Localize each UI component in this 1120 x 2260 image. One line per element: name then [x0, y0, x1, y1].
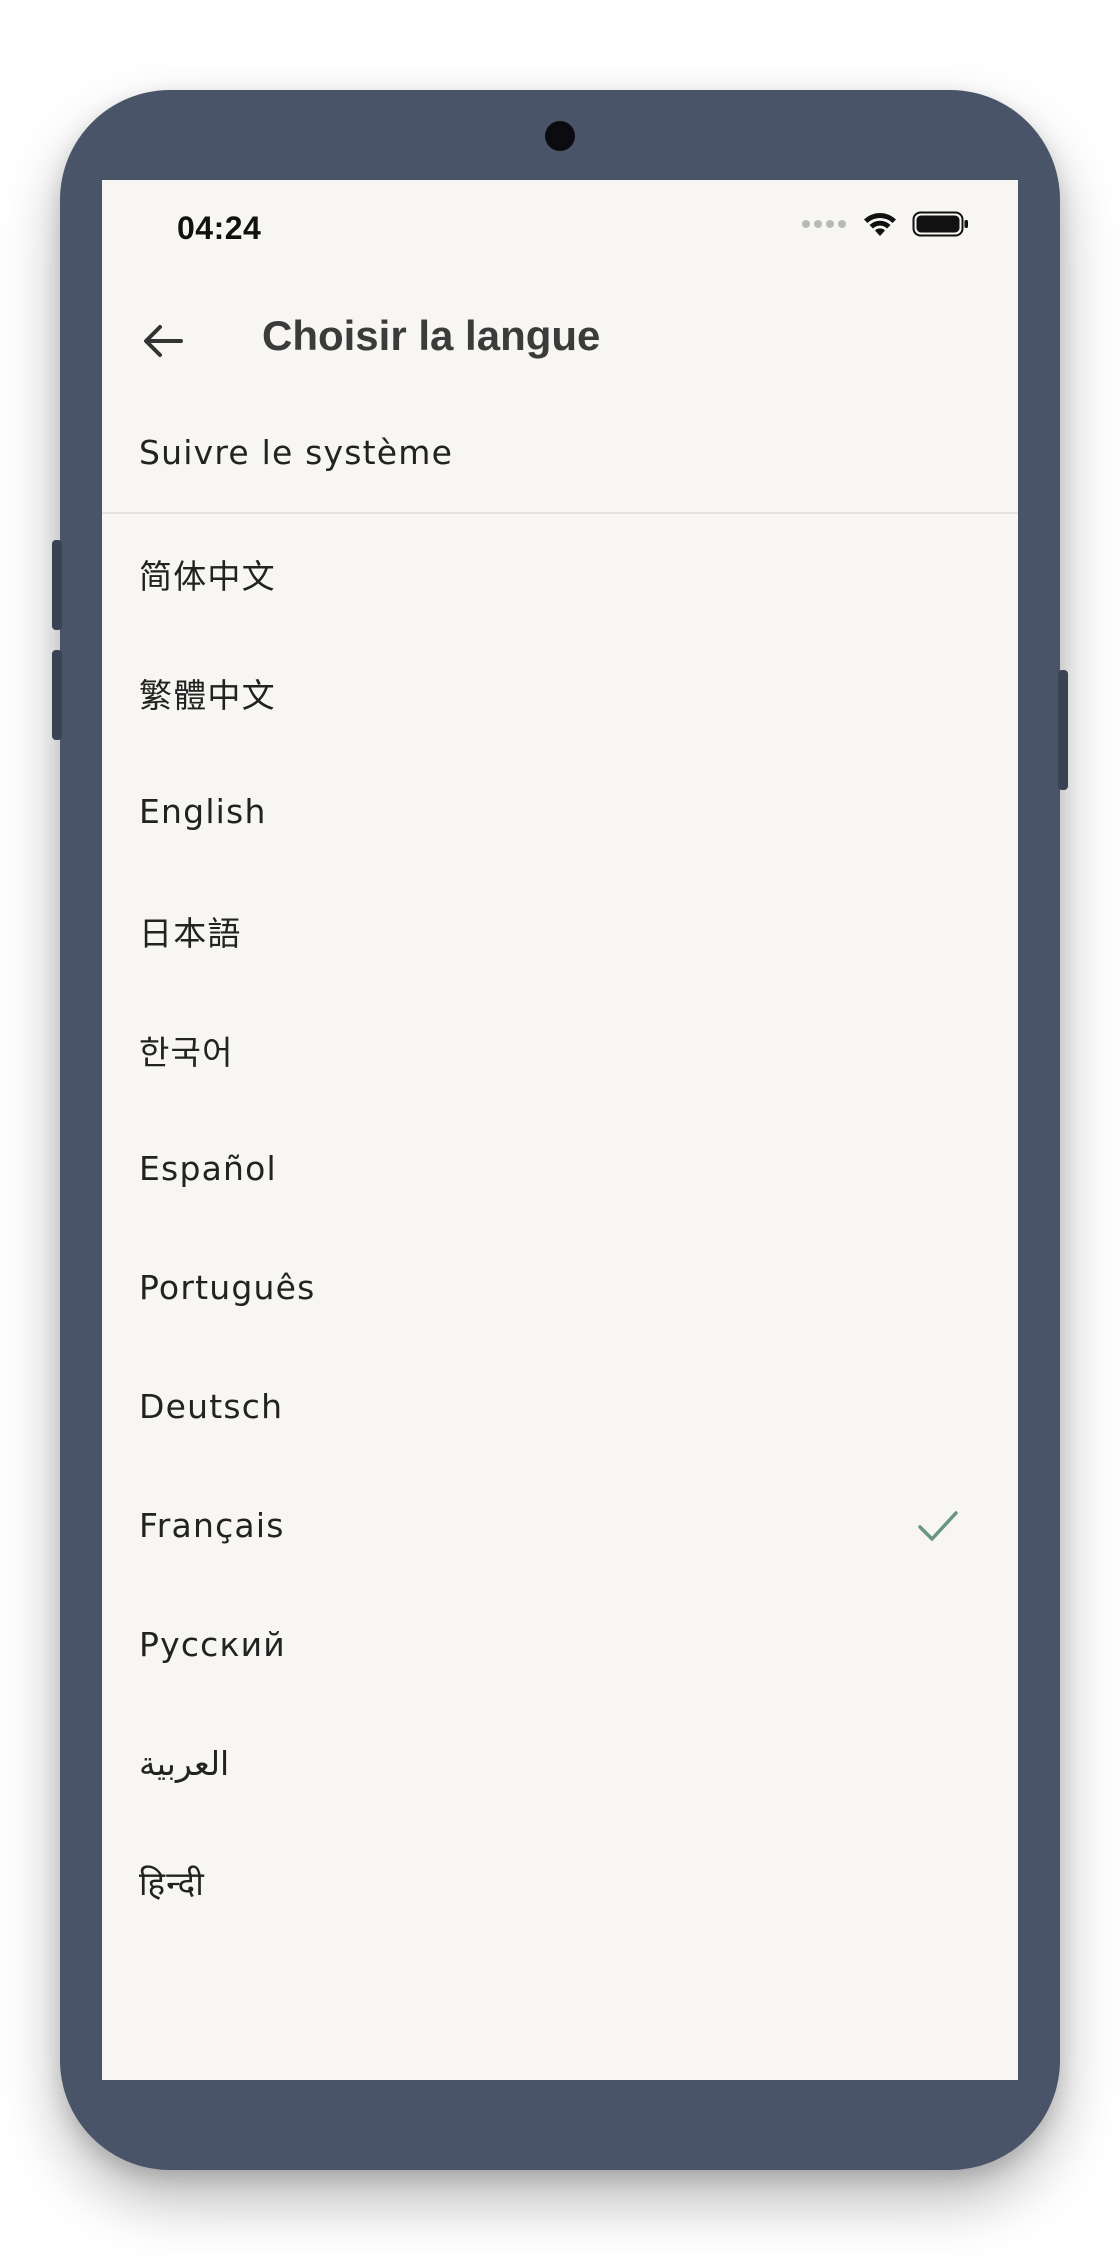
volume-down-button — [52, 650, 62, 740]
language-option-en[interactable]: English — [102, 752, 1018, 871]
volume-up-button — [52, 540, 62, 630]
language-option-zh-hant[interactable]: 繁體中文 — [102, 633, 1018, 752]
language-option-hi[interactable]: हिन्दी — [102, 1823, 1018, 1942]
page-title: Choisir la langue — [262, 312, 601, 359]
language-label: 日本語 — [139, 913, 242, 953]
language-label: Français — [139, 1506, 285, 1545]
language-option-ar[interactable]: العربية — [102, 1704, 1018, 1823]
language-label: 简体中文 — [139, 556, 276, 596]
signal-dots-icon — [802, 220, 846, 228]
power-button — [1058, 670, 1068, 790]
language-option-ko[interactable]: 한국어 — [102, 990, 1018, 1109]
language-label: Русский — [139, 1625, 286, 1664]
battery-icon — [912, 211, 968, 237]
status-icons — [802, 210, 970, 238]
wifi-icon — [864, 213, 896, 236]
checkmark-icon — [918, 1511, 958, 1541]
language-option-ru[interactable]: Русский — [102, 1585, 1018, 1704]
phone-frame: 04:24 Choisir la langue Suivre le systèm… — [52, 90, 1068, 2170]
language-option-ja[interactable]: 日本語 — [102, 871, 1018, 990]
language-label: हिन्दी — [139, 1864, 205, 1903]
language-list: Suivre le système 简体中文 繁體中文 English 日本語 … — [102, 392, 1018, 1942]
front-camera — [545, 121, 575, 151]
system-language-label: Suivre le système — [139, 432, 454, 472]
system-language-option[interactable]: Suivre le système — [102, 392, 1018, 514]
language-label: Português — [139, 1268, 316, 1307]
language-option-pt[interactable]: Português — [102, 1228, 1018, 1347]
language-option-es[interactable]: Español — [102, 1109, 1018, 1228]
language-label: Español — [139, 1149, 277, 1188]
language-label: 繁體中文 — [139, 675, 276, 715]
language-label: العربية — [139, 1744, 230, 1783]
language-label: 한국어 — [139, 1032, 234, 1072]
back-button[interactable] — [132, 310, 194, 372]
app-bar: Choisir la langue — [102, 280, 1018, 400]
status-bar: 04:24 — [102, 180, 1018, 280]
language-label: Deutsch — [139, 1387, 284, 1426]
arrow-left-icon — [144, 325, 183, 357]
language-option-zh-hans[interactable]: 简体中文 — [102, 514, 1018, 633]
screen: 04:24 Choisir la langue Suivre le systèm… — [102, 180, 1018, 2080]
language-label: English — [139, 792, 267, 831]
language-option-de[interactable]: Deutsch — [102, 1347, 1018, 1466]
status-time: 04:24 — [177, 210, 262, 246]
language-option-fr[interactable]: Français — [102, 1466, 1018, 1585]
